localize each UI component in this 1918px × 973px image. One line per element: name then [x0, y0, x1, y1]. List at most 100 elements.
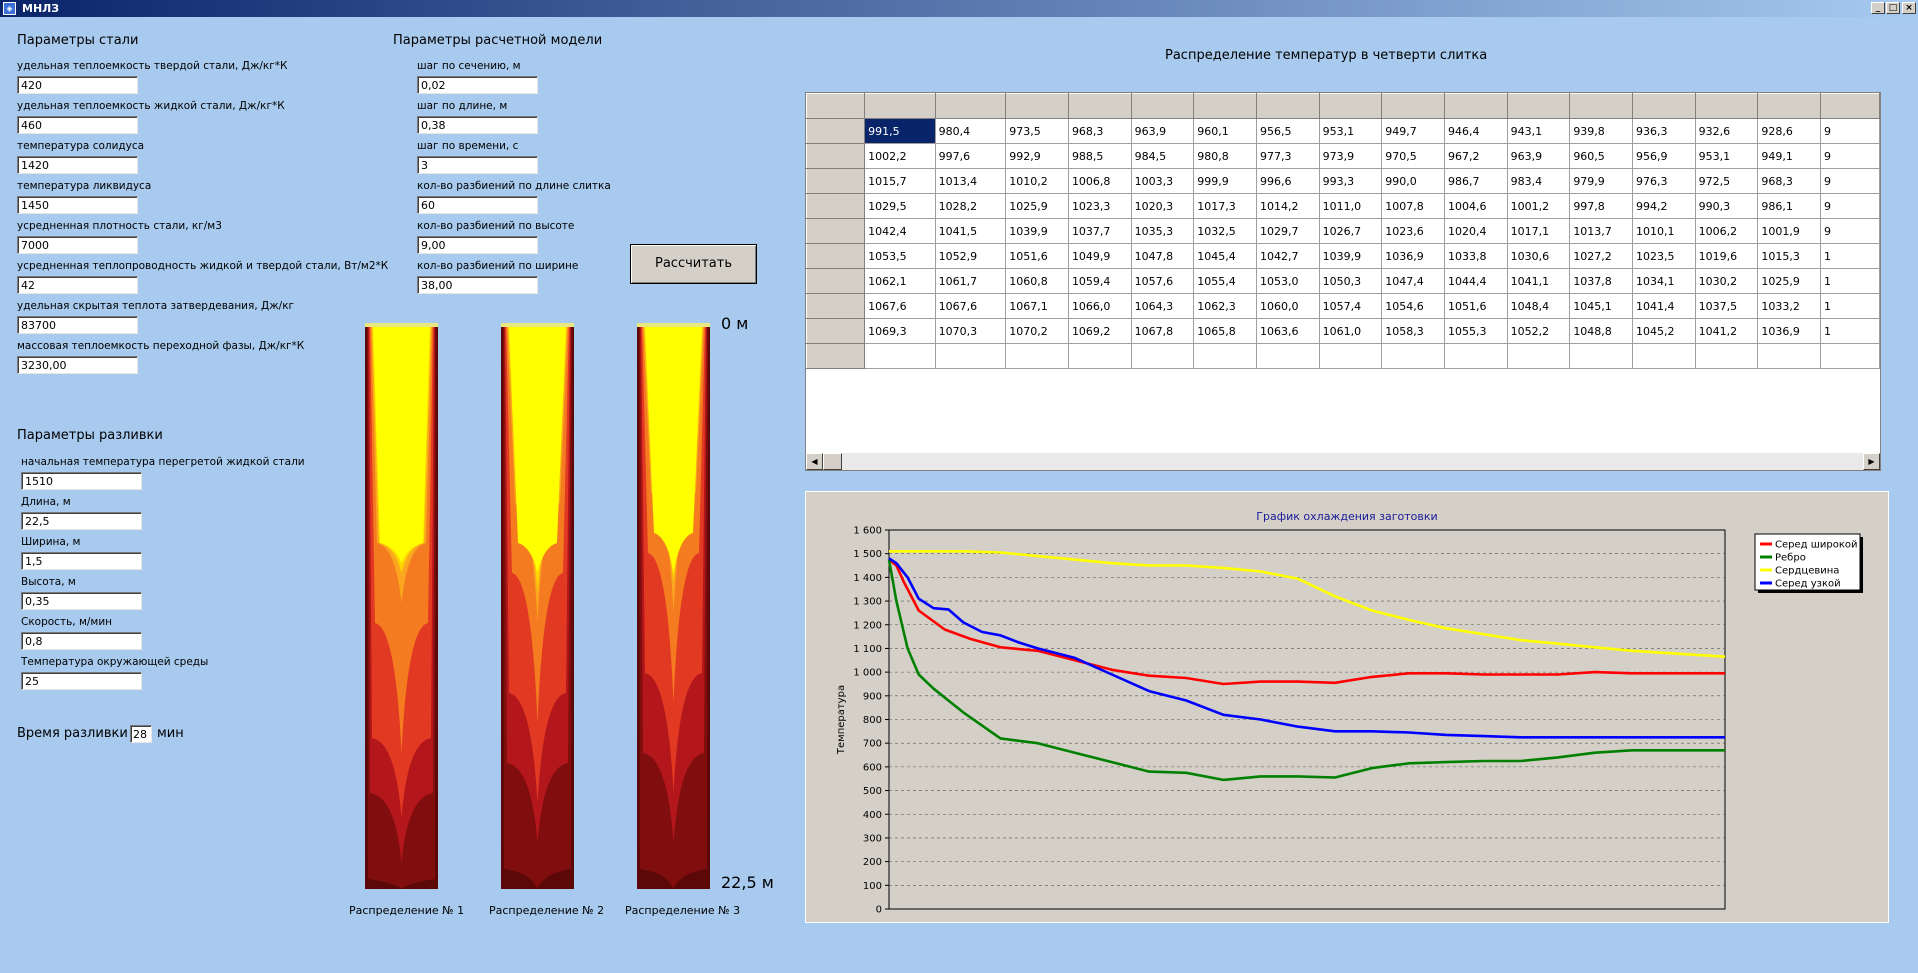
steel-input[interactable]: 3230,00	[17, 356, 138, 374]
table-cell[interactable]: 973,5	[1005, 118, 1069, 144]
table-cell[interactable]: 1055,4	[1193, 268, 1257, 294]
table-header-cell[interactable]	[1193, 93, 1257, 119]
casting-input[interactable]: 0,8	[21, 632, 142, 650]
table-cell[interactable]: 1067,8	[1130, 318, 1195, 344]
table-cell[interactable]: 9	[1820, 193, 1880, 219]
row-header-cell[interactable]	[806, 343, 866, 369]
table-cell[interactable]: 1060,8	[1005, 268, 1069, 294]
casting-input[interactable]: 25	[21, 672, 142, 690]
table-header-cell[interactable]	[1381, 93, 1445, 119]
table-cell[interactable]: 1066,0	[1067, 293, 1132, 319]
casting-input[interactable]: 1510	[21, 472, 142, 490]
table-cell[interactable]: 1070,2	[1005, 318, 1069, 344]
table-cell[interactable]: 1051,6	[1005, 243, 1069, 269]
table-cell[interactable]: 968,3	[1067, 118, 1132, 144]
table-cell[interactable]: 1003,3	[1130, 168, 1195, 194]
table-header-cell[interactable]	[864, 93, 936, 119]
row-header-cell[interactable]	[806, 268, 866, 294]
table-cell[interactable]: 1010,2	[1005, 168, 1069, 194]
table-cell[interactable]: 988,5	[1067, 143, 1132, 169]
table-header-cell[interactable]	[1130, 93, 1195, 119]
table-cell[interactable]: 1013,7	[1569, 218, 1633, 244]
table-cell[interactable]: 1028,2	[934, 193, 1007, 219]
table-header-cell[interactable]	[1757, 93, 1821, 119]
table-cell[interactable]	[1067, 343, 1132, 369]
table-cell[interactable]: 963,9	[1130, 118, 1195, 144]
table-cell[interactable]: 939,8	[1569, 118, 1633, 144]
table-cell[interactable]: 1035,3	[1130, 218, 1195, 244]
calculate-button[interactable]: Рассчитать	[630, 244, 757, 284]
table-cell[interactable]: 1060,0	[1255, 293, 1320, 319]
table-cell[interactable]: 928,6	[1757, 118, 1821, 144]
table-cell[interactable]: 1049,9	[1067, 243, 1132, 269]
table-cell[interactable]: 1011,0	[1318, 193, 1383, 219]
table-cell[interactable]: 967,2	[1443, 143, 1508, 169]
table-cell[interactable]: 943,1	[1506, 118, 1571, 144]
table-cell[interactable]: 9	[1820, 168, 1880, 194]
table-cell[interactable]: 1007,8	[1381, 193, 1445, 219]
table-cell[interactable]: 1048,4	[1506, 293, 1571, 319]
table-header-cell[interactable]	[1005, 93, 1069, 119]
table-cell[interactable]: 1026,7	[1318, 218, 1383, 244]
steel-input[interactable]: 420	[17, 76, 138, 94]
table-cell[interactable]: 968,3	[1757, 168, 1821, 194]
row-header-cell[interactable]	[806, 168, 866, 194]
scroll-left-icon[interactable]: ◀	[806, 453, 823, 470]
table-cell[interactable]: 1014,2	[1255, 193, 1320, 219]
table-cell[interactable]: 1052,2	[1506, 318, 1571, 344]
steel-input[interactable]: 1450	[17, 196, 138, 214]
table-cell[interactable]: 993,3	[1318, 168, 1383, 194]
table-cell[interactable]: 991,5	[864, 118, 936, 144]
table-cell[interactable]: 953,1	[1318, 118, 1383, 144]
table-cell[interactable]: 1041,1	[1506, 268, 1571, 294]
table-cell[interactable]: 1033,2	[1757, 293, 1821, 319]
table-cell[interactable]: 1027,2	[1569, 243, 1633, 269]
table-cell[interactable]: 1057,6	[1130, 268, 1195, 294]
steel-input[interactable]: 42	[17, 276, 138, 294]
table-cell[interactable]: 986,1	[1757, 193, 1821, 219]
table-cell[interactable]: 963,9	[1506, 143, 1571, 169]
table-cell[interactable]: 1025,9	[1757, 268, 1821, 294]
table-cell[interactable]: 1036,9	[1381, 243, 1445, 269]
steel-input[interactable]: 83700	[17, 316, 138, 334]
table-cell[interactable]: 1015,3	[1757, 243, 1821, 269]
table-header-cell[interactable]	[1506, 93, 1571, 119]
row-header-cell[interactable]	[806, 243, 866, 269]
table-cell[interactable]	[1569, 343, 1633, 369]
table-cell[interactable]: 1019,6	[1694, 243, 1759, 269]
table-cell[interactable]	[864, 343, 936, 369]
table-cell[interactable]: 1047,8	[1130, 243, 1195, 269]
table-cell[interactable]: 1036,9	[1757, 318, 1821, 344]
table-cell[interactable]: 1017,1	[1506, 218, 1571, 244]
casting-input[interactable]: 0,35	[21, 592, 142, 610]
table-cell[interactable]: 1048,8	[1569, 318, 1633, 344]
table-cell[interactable]: 976,3	[1631, 168, 1696, 194]
table-header-cell[interactable]	[1255, 93, 1320, 119]
table-cell[interactable]: 1029,7	[1255, 218, 1320, 244]
table-cell[interactable]: 1013,4	[934, 168, 1007, 194]
table-header-cell[interactable]	[806, 93, 866, 119]
table-cell[interactable]	[1757, 343, 1821, 369]
table-cell[interactable]: 9	[1820, 118, 1880, 144]
model-input[interactable]: 0,38	[417, 116, 538, 134]
table-cell[interactable]: 1030,6	[1506, 243, 1571, 269]
table-cell[interactable]: 1067,6	[864, 293, 936, 319]
table-cell[interactable]: 1015,7	[864, 168, 936, 194]
table-cell[interactable]: 1059,4	[1067, 268, 1132, 294]
table-cell[interactable]	[1130, 343, 1195, 369]
table-cell[interactable]: 1001,2	[1506, 193, 1571, 219]
table-cell[interactable]: 1002,2	[864, 143, 936, 169]
table-cell[interactable]: 1067,6	[934, 293, 1007, 319]
table-cell[interactable]: 970,5	[1381, 143, 1445, 169]
table-cell[interactable]: 1	[1820, 243, 1880, 269]
table-cell[interactable]: 1039,9	[1318, 243, 1383, 269]
table-cell[interactable]: 1053,0	[1255, 268, 1320, 294]
table-cell[interactable]: 1062,1	[864, 268, 936, 294]
table-cell[interactable]: 1034,1	[1631, 268, 1696, 294]
table-cell[interactable]: 980,4	[934, 118, 1007, 144]
table-cell[interactable]: 1004,6	[1443, 193, 1508, 219]
table-cell[interactable]: 1025,9	[1005, 193, 1069, 219]
table-cell[interactable]: 1051,6	[1443, 293, 1508, 319]
table-cell[interactable]	[1318, 343, 1383, 369]
table-cell[interactable]: 1057,4	[1318, 293, 1383, 319]
